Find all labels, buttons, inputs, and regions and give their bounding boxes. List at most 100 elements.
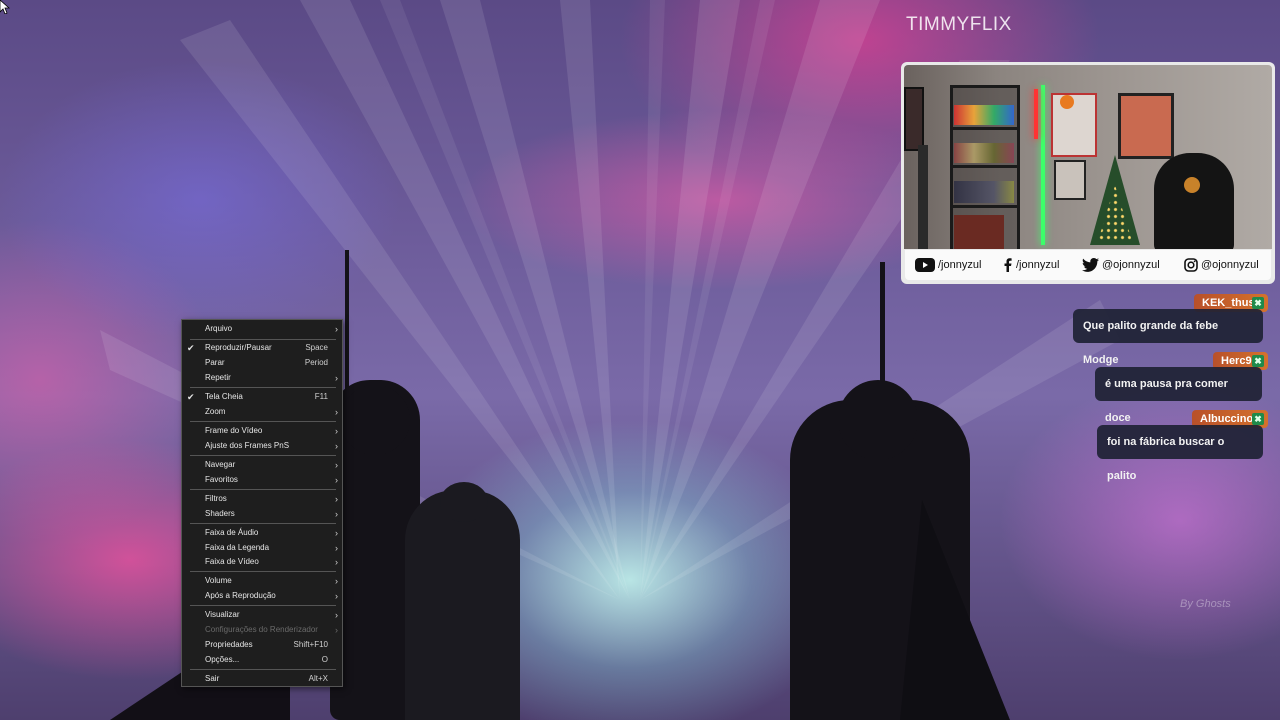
cabinet bbox=[954, 215, 1004, 249]
poster bbox=[1054, 160, 1086, 200]
submenu-arrow-icon: › bbox=[335, 591, 338, 601]
moderator-badge-icon: ✖ bbox=[1252, 355, 1264, 367]
menu-item-label: Visualizar bbox=[205, 610, 240, 619]
submenu-arrow-icon: › bbox=[335, 441, 338, 451]
menu-item-reproduzir-pausar[interactable]: ✔ Reproduzir/Pausar Space bbox=[182, 341, 342, 355]
menu-item-label: Faixa de Vídeo bbox=[205, 557, 259, 566]
menu-item-repetir[interactable]: Repetir › bbox=[182, 371, 342, 385]
chat-message: Que palito grande da febe Modge bbox=[1073, 309, 1263, 366]
menu-item-zoom[interactable]: Zoom › bbox=[182, 405, 342, 419]
twitter-handle: @ojonnyzul bbox=[1102, 259, 1160, 272]
menu-item-opcoes[interactable]: Opções... O bbox=[182, 653, 342, 667]
menu-item-label: Ajuste dos Frames PnS bbox=[205, 441, 290, 450]
menu-item-parar[interactable]: Parar Period bbox=[182, 356, 342, 370]
menu-shortcut: Shift+F10 bbox=[293, 640, 328, 649]
menu-item-sair[interactable]: Sair Alt+X bbox=[182, 672, 342, 686]
menu-item-visualizar[interactable]: Visualizar › bbox=[182, 608, 342, 622]
moderator-badge-icon: ✖ bbox=[1252, 297, 1264, 309]
social-twitter: @ojonnyzul bbox=[1082, 258, 1160, 272]
menu-item-shaders[interactable]: Shaders › bbox=[182, 507, 342, 521]
menu-item-faixa-da-legenda[interactable]: Faixa da Legenda › bbox=[182, 541, 342, 555]
youtube-icon bbox=[915, 258, 935, 273]
menu-item-volume[interactable]: Volume › bbox=[182, 574, 342, 588]
submenu-arrow-icon: › bbox=[335, 407, 338, 417]
submenu-arrow-icon: › bbox=[335, 610, 338, 620]
menu-item-label: Opções... bbox=[205, 655, 240, 664]
menu-item-label: Sair bbox=[205, 674, 220, 683]
gaming-chair bbox=[1154, 153, 1234, 249]
youtube-handle: /jonnyzul bbox=[938, 259, 982, 272]
chat-message: é uma pausa pra comer doce bbox=[1095, 367, 1262, 424]
menu-item-label: Configurações do Renderizador bbox=[205, 625, 318, 634]
submenu-arrow-icon: › bbox=[335, 494, 338, 504]
channel-name: TIMMYFLIX bbox=[906, 14, 1012, 35]
menu-shortcut: O bbox=[321, 655, 328, 664]
social-youtube: /jonnyzul bbox=[915, 258, 982, 273]
context-menu: Arquivo › ✔ Reproduzir/Pausar Space Para… bbox=[181, 319, 343, 687]
soldier-center-helmet bbox=[440, 482, 488, 522]
social-bar: /jonnyzul /jonnyzul @ojonnyzul @ojonnyzu… bbox=[905, 250, 1271, 280]
shelf-board bbox=[950, 165, 1020, 168]
submenu-arrow-icon: › bbox=[335, 460, 338, 470]
pumpkin-decoration bbox=[1060, 95, 1074, 109]
facebook-icon bbox=[1004, 258, 1012, 273]
menu-item-favoritos[interactable]: Favoritos › bbox=[182, 473, 342, 487]
moderator-badge-icon: ✖ bbox=[1252, 413, 1264, 425]
menu-separator bbox=[190, 489, 336, 490]
menu-item-label: Repetir bbox=[205, 373, 231, 382]
menu-item-arquivo[interactable]: Arquivo › bbox=[182, 322, 342, 336]
chat-username-text: Albuccino bbox=[1200, 413, 1254, 425]
submenu-arrow-icon: › bbox=[335, 373, 338, 383]
submenu-arrow-icon: › bbox=[335, 426, 338, 436]
soldier-right-helmet bbox=[838, 380, 918, 460]
poster bbox=[904, 87, 924, 151]
menu-item-faixa-de-audio[interactable]: Faixa de Áudio › bbox=[182, 526, 342, 540]
chat-message: foi na fábrica buscar o palito bbox=[1097, 425, 1263, 482]
menu-item-faixa-de-video[interactable]: Faixa de Vídeo › bbox=[182, 555, 342, 569]
instagram-handle: @ojonnyzul bbox=[1201, 259, 1259, 272]
mouse-cursor-icon bbox=[0, 0, 10, 14]
shelf-figures bbox=[954, 143, 1014, 163]
facebook-handle: /jonnyzul bbox=[1016, 259, 1060, 272]
soldier-right-antenna bbox=[880, 262, 885, 387]
checkmark-icon: ✔ bbox=[187, 343, 195, 353]
submenu-arrow-icon: › bbox=[335, 625, 338, 635]
submenu-arrow-icon: › bbox=[335, 324, 338, 334]
menu-separator bbox=[190, 669, 336, 670]
guitar bbox=[918, 145, 928, 249]
submenu-arrow-icon: › bbox=[335, 557, 338, 567]
menu-shortcut: Alt+X bbox=[308, 674, 328, 683]
menu-item-label: Favoritos bbox=[205, 475, 238, 484]
shelf-books bbox=[954, 181, 1014, 203]
led-strip-red bbox=[1034, 89, 1038, 139]
menu-separator bbox=[190, 571, 336, 572]
soldier-left-antenna bbox=[345, 250, 349, 390]
menu-item-label: Shaders bbox=[205, 509, 235, 518]
menu-item-navegar[interactable]: Navegar › bbox=[182, 458, 342, 472]
menu-item-label: Parar bbox=[205, 358, 225, 367]
menu-item-tela-cheia[interactable]: ✔ Tela Cheia F11 bbox=[182, 390, 342, 404]
menu-separator bbox=[190, 421, 336, 422]
menu-item-frame-do-video[interactable]: Frame do Vídeo › bbox=[182, 424, 342, 438]
soldier-left-helmet bbox=[340, 385, 410, 455]
menu-item-label: Faixa da Legenda bbox=[205, 543, 270, 552]
menu-item-propriedades[interactable]: Propriedades Shift+F10 bbox=[182, 638, 342, 652]
shelf-figures bbox=[954, 105, 1014, 125]
poster bbox=[1051, 93, 1097, 157]
submenu-arrow-icon: › bbox=[335, 509, 338, 519]
menu-separator bbox=[190, 387, 336, 388]
menu-item-label: Zoom bbox=[205, 407, 226, 416]
menu-item-filtros[interactable]: Filtros › bbox=[182, 492, 342, 506]
menu-item-apos-a-reproducao[interactable]: Após a Reprodução › bbox=[182, 589, 342, 603]
menu-item-label: Propriedades bbox=[205, 640, 253, 649]
menu-shortcut: F11 bbox=[314, 392, 328, 401]
instagram-icon bbox=[1184, 258, 1198, 272]
menu-item-label: Faixa de Áudio bbox=[205, 528, 259, 537]
menu-separator bbox=[190, 455, 336, 456]
menu-shortcut: Space bbox=[305, 343, 328, 352]
menu-item-label: Arquivo bbox=[205, 324, 233, 333]
submenu-arrow-icon: › bbox=[335, 475, 338, 485]
menu-item-ajuste-frames-pns[interactable]: Ajuste dos Frames PnS › bbox=[182, 439, 342, 453]
twitter-icon bbox=[1082, 258, 1099, 272]
menu-item-label: Navegar bbox=[205, 460, 236, 469]
